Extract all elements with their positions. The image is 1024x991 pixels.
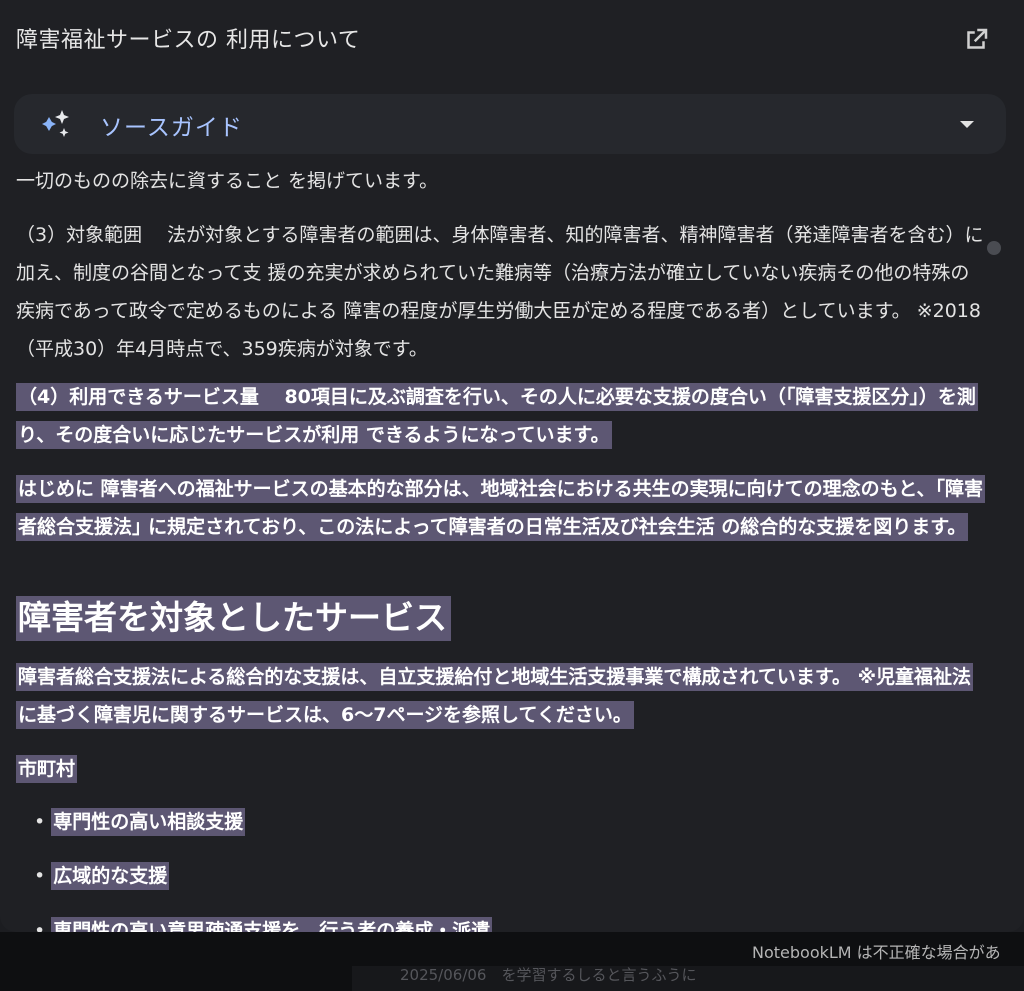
list-item: • 専門性の高い意思疎通支援を 行う者の養成・派遣: [34, 916, 493, 932]
highlighted-text: はじめに 障害者への福祉サービスの基本的な部分は、地域社会における共生の実現に向…: [16, 475, 985, 541]
subheading-municipality: 市町村: [16, 750, 984, 788]
paragraph-service-amount: （4）利用できるサービス量 80項目に及ぶ調査を行い、その人に必要な支援の度合い…: [16, 378, 984, 454]
disclaimer-text: NotebookLM は不正確な場合があ: [752, 943, 1001, 962]
footer-bar: 2025/06/06 を学習するしると言うふうに NotebookLM は不正確…: [0, 932, 1024, 991]
panel-header: 障害福祉サービスの 利用について: [0, 0, 1024, 80]
paragraph-scope: （3）対象範囲 法が対象とする障害者の範囲は、身体障害者、知的障害者、精神障害者…: [16, 224, 984, 360]
list-item-label: 専門性の高い相談支援: [51, 808, 246, 836]
paragraph-continued: 一切のものの除去に資すること を掲げています。: [16, 170, 439, 192]
section-heading: 障害者を対象としたサービス: [16, 594, 451, 642]
highlighted-heading: 障害者を対象としたサービス: [16, 596, 451, 641]
bullet-dot: •: [34, 920, 52, 932]
source-viewer-panel: 障害福祉サービスの 利用について ソースガイド 一切のものの除去に資すること を…: [0, 0, 1024, 932]
panel-title: 障害福祉サービスの 利用について: [16, 28, 361, 53]
open-in-new-button[interactable]: [958, 22, 994, 58]
bullet-dot: •: [34, 811, 52, 833]
bullet-dot: •: [34, 865, 52, 887]
highlighted-text: 障害者総合支援法による総合的な支援は、自立支援給付と地域生活支援事業で構成されて…: [16, 663, 974, 729]
highlighted-text: 市町村: [16, 755, 78, 783]
source-content[interactable]: 一切のものの除去に資すること を掲げています。 （3）対象範囲 法が対象とする障…: [0, 160, 1024, 932]
list-item: • 広域的な支援: [34, 861, 170, 891]
scroll-indicator[interactable]: [987, 241, 1001, 255]
source-guide-label: ソースガイド: [100, 115, 243, 141]
source-guide-toggle[interactable]: ソースガイド: [14, 94, 1006, 154]
open-in-new-icon: [967, 28, 988, 49]
list-item: • 専門性の高い相談支援: [34, 807, 246, 837]
paragraph-support-structure: 障害者総合支援法による総合的な支援は、自立支援給付と地域生活支援事業で構成されて…: [16, 658, 984, 734]
paragraph-introduction: はじめに 障害者への福祉サービスの基本的な部分は、地域社会における共生の実現に向…: [16, 470, 985, 546]
faded-chat-text: 2025/06/06 を学習するしると言うふうに: [400, 966, 697, 984]
highlighted-text: （4）利用できるサービス量 80項目に及ぶ調査を行い、その人に必要な支援の度合い…: [16, 383, 978, 449]
list-item-label: 専門性の高い意思疎通支援を 行う者の養成・派遣: [51, 917, 493, 932]
caret-down-icon: [960, 121, 974, 128]
list-item-label: 広域的な支援: [51, 862, 170, 890]
sparkle-icon: [42, 110, 69, 137]
